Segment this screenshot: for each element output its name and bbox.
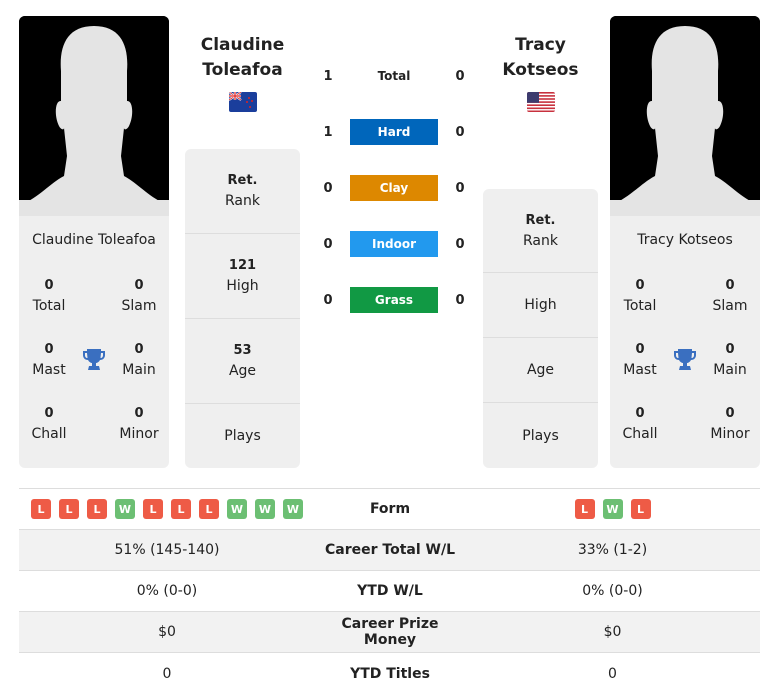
h2h-row-grass: 0 Grass 0: [318, 286, 470, 314]
player1-form-badge-loss[interactable]: L: [199, 499, 219, 519]
player2-form-badge-loss[interactable]: L: [574, 499, 595, 519]
player2-photo: [610, 16, 760, 216]
table-row-career-wl: 51% (145-140) Career Total W/L 33% (1-2): [19, 530, 760, 571]
h2h-panel: 1 Total 0 1 Hard 0 0 Clay 0 0 Indoor 0 0…: [318, 62, 470, 314]
player2-rank-panel: Ret. Rank High Age Plays: [483, 189, 598, 468]
silhouette-icon: [19, 16, 169, 216]
player1-form-badge-win[interactable]: W: [255, 499, 275, 519]
player2-stat-main: 0 Main: [713, 342, 747, 378]
surface-grass-badge[interactable]: Grass: [350, 287, 438, 313]
trophy-icon: [81, 346, 107, 372]
player2-high: High: [483, 273, 598, 338]
player2-name-heading[interactable]: Tracy Kotseos: [483, 33, 598, 83]
player2-plays: Plays: [522, 427, 559, 444]
player2-card: Tracy Kotseos 0 Total 0 Slam 0 Mast 0 Main 0…: [610, 216, 760, 468]
player2-stat-total: 0 Total: [623, 278, 657, 314]
player1-photo: [19, 16, 169, 216]
player1-stat-chall: 0 Chall: [31, 406, 67, 442]
table-row-ytd-titles: 0 YTD Titles 0: [162, 665, 617, 682]
player1-plays: Plays: [224, 428, 261, 444]
player2-stat-minor: 0 Minor: [710, 406, 750, 442]
surface-hard-badge[interactable]: Hard: [350, 119, 438, 145]
player2-form-badge-win[interactable]: W: [602, 499, 623, 519]
player1-stat-mast: 0 Mast: [32, 342, 66, 378]
player1-stat-total: 0 Total: [32, 278, 66, 314]
player2-stat-slam: 0 Slam: [712, 278, 748, 314]
player1-form-badge-win[interactable]: W: [283, 499, 303, 519]
player1-form: LLLWLLLWWW: [19, 499, 315, 519]
player1-form-badge-win[interactable]: W: [115, 499, 135, 519]
comparison-table: LLLWLLLWWW Form LWL 51% (145-140) Career…: [19, 488, 760, 694]
player1-form-badge-loss[interactable]: L: [31, 499, 51, 519]
player2-full-name[interactable]: Tracy Kotseos: [610, 232, 760, 248]
player1-form-badge-loss[interactable]: L: [59, 499, 79, 519]
h2h-row-clay: 0 Clay 0: [318, 174, 470, 202]
player2-age: Age: [483, 338, 598, 403]
player2-form-badge-loss[interactable]: L: [630, 499, 651, 519]
table-row-prize-money: $0 Career Prize Money $0: [19, 612, 760, 653]
h2h-row-indoor: 0 Indoor 0: [318, 230, 470, 258]
table-row-form: LLLWLLLWWW Form LWL: [19, 489, 760, 530]
player1-high: 121 High: [185, 234, 300, 319]
player1-card: Claudine Toleafoa 0 Total 0 Slam 0 Mast 0 Ma…: [19, 216, 169, 468]
player1-stat-slam: 0 Slam: [121, 278, 157, 314]
surface-clay-badge[interactable]: Clay: [350, 175, 438, 201]
silhouette-icon: [610, 16, 760, 216]
h2h-row-total: 1 Total 0: [323, 68, 465, 84]
player1-form-badge-loss[interactable]: L: [143, 499, 163, 519]
trophy-icon: [672, 346, 698, 372]
player1-rank-panel: Ret. Rank 121 High 53 Age Plays: [185, 149, 300, 468]
player1-form-badge-win[interactable]: W: [227, 499, 247, 519]
table-row-ytd-wl: 0% (0-0) YTD W/L 0% (0-0): [19, 571, 760, 612]
player1-name-heading[interactable]: Claudine Toleafoa: [185, 33, 300, 83]
player2-stat-mast: 0 Mast: [623, 342, 657, 378]
h2h-row-hard: 1 Hard 0: [318, 118, 470, 146]
player1-full-name[interactable]: Claudine Toleafoa: [19, 232, 169, 248]
player1-rank: Ret. Rank: [185, 149, 300, 234]
player1-age: 53 Age: [185, 319, 300, 404]
player2-form: LWL: [465, 499, 760, 519]
player1-form-badge-loss[interactable]: L: [171, 499, 191, 519]
surface-indoor-badge[interactable]: Indoor: [350, 231, 438, 257]
player1-stat-minor: 0 Minor: [119, 406, 159, 442]
player2-stat-chall: 0 Chall: [622, 406, 658, 442]
player1-form-badge-loss[interactable]: L: [87, 499, 107, 519]
united-states-flag-icon: [527, 92, 555, 112]
player1-stat-main: 0 Main: [122, 342, 156, 378]
new-zealand-flag-icon: [229, 92, 257, 112]
player2-rank: Ret. Rank: [483, 189, 598, 273]
